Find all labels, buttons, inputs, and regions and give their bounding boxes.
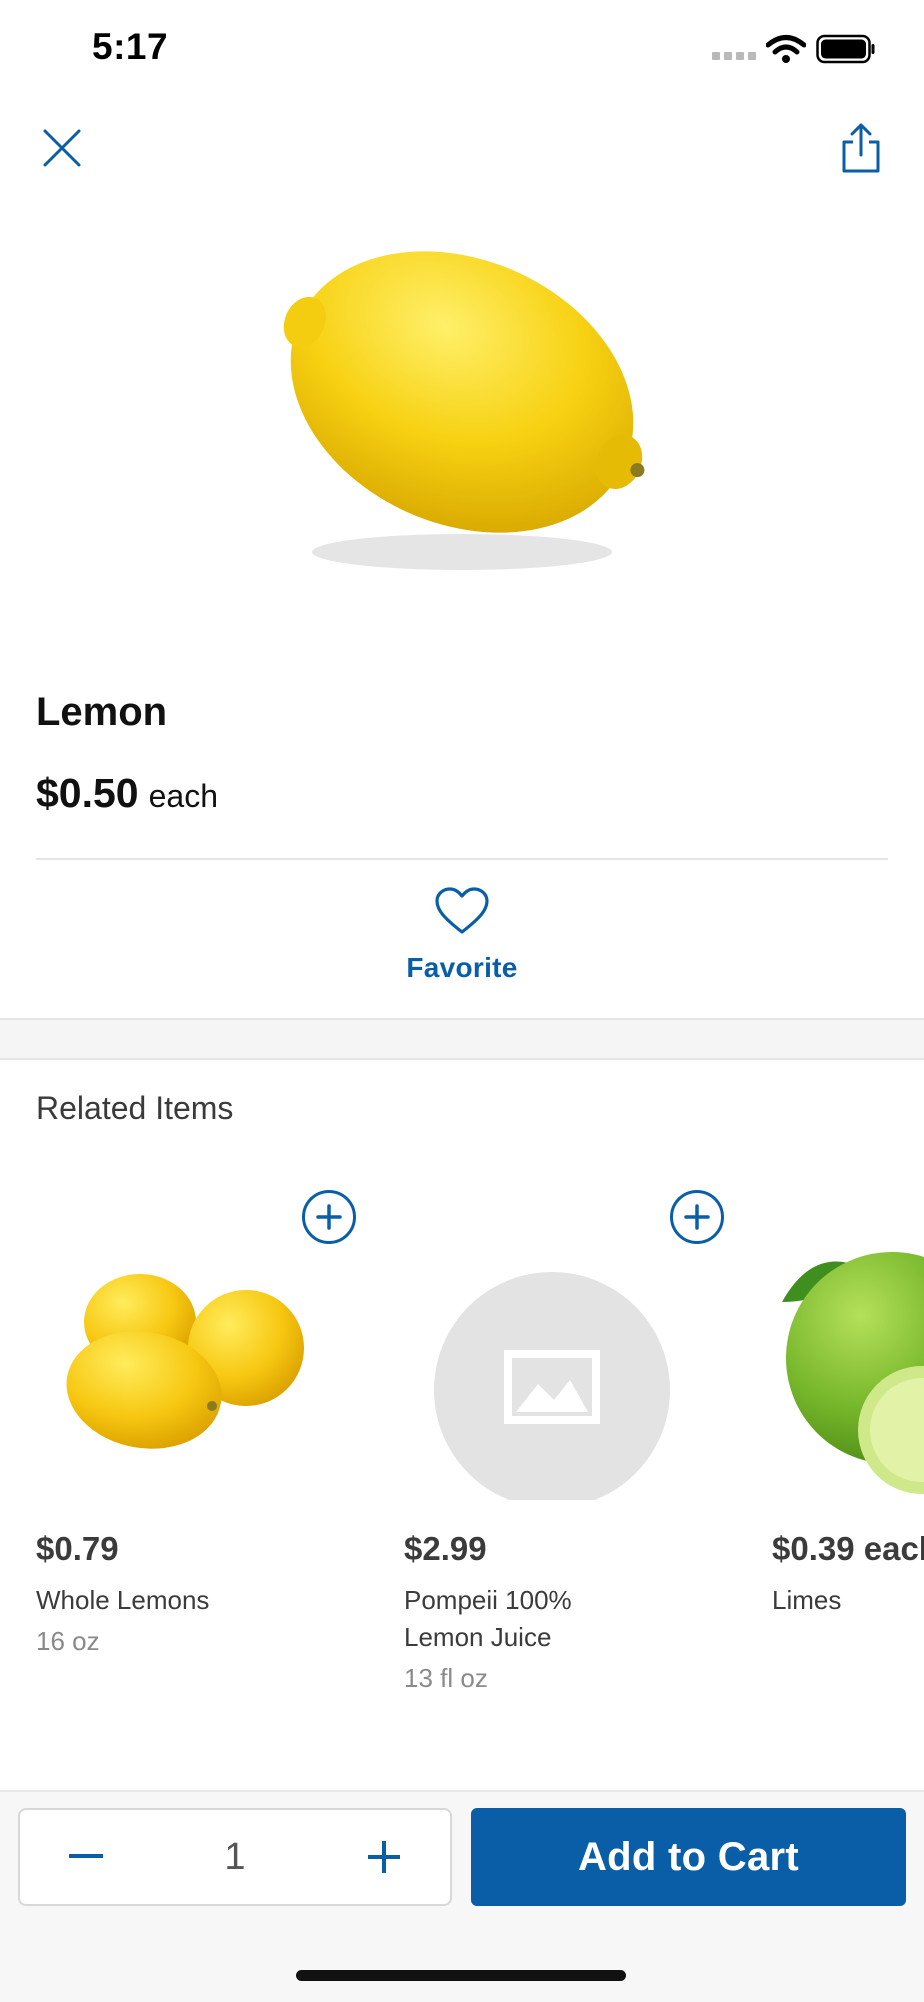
product-title: Lemon — [36, 690, 168, 734]
related-item-card[interactable]: $0.39 each Limes — [772, 1190, 924, 1650]
related-item-title: Pompeii 100% Lemon Juice — [404, 1585, 572, 1652]
wifi-icon — [766, 35, 806, 63]
divider — [36, 858, 888, 860]
product-price-line: $0.50 each — [36, 770, 218, 817]
section-separator — [0, 1018, 924, 1060]
status-time: 5:17 — [92, 26, 169, 67]
plus-icon — [684, 1204, 710, 1230]
related-item-price: $0.79 — [36, 1530, 119, 1567]
related-item-title: Limes — [772, 1585, 842, 1615]
share-button[interactable] — [826, 110, 896, 186]
product-price: $0.50 — [36, 770, 139, 816]
close-icon — [43, 129, 81, 167]
related-item-size: 16 oz — [36, 1626, 100, 1656]
favorite-button[interactable]: Favorite — [362, 886, 562, 1016]
product-price-unit: each — [148, 778, 218, 814]
close-button[interactable] — [28, 110, 96, 186]
related-item-title: Whole Lemons — [36, 1585, 210, 1615]
plus-icon — [368, 1841, 400, 1873]
add-to-cart-button[interactable]: Add to Cart — [471, 1808, 906, 1906]
increase-quantity-button[interactable] — [334, 1810, 434, 1904]
related-item-price: $0.39 each — [772, 1530, 924, 1567]
lemons-image — [66, 1274, 304, 1449]
decrease-quantity-button[interactable] — [36, 1810, 136, 1904]
related-items-heading: Related Items — [36, 1090, 234, 1126]
home-indicator — [296, 1970, 626, 1981]
related-item-name: Whole Lemons 16 oz — [36, 1582, 286, 1660]
minus-icon — [69, 1854, 103, 1858]
quantity-value[interactable]: 1 — [170, 1810, 300, 1904]
favorite-label: Favorite — [406, 952, 518, 983]
plus-icon — [316, 1204, 342, 1230]
lemon-image — [283, 251, 645, 570]
placeholder-image — [434, 1272, 670, 1500]
limes-image — [782, 1252, 924, 1494]
related-item-name: Limes — [772, 1582, 924, 1619]
related-item-price: $2.99 — [404, 1530, 487, 1567]
quantity-stepper: 1 — [18, 1808, 452, 1906]
related-item-size: 13 fl oz — [404, 1663, 488, 1693]
cellular-signal-icon — [712, 52, 756, 60]
heart-icon — [435, 887, 489, 934]
share-icon — [842, 123, 880, 173]
related-item-name: Pompeii 100% Lemon Juice 13 fl oz — [404, 1582, 654, 1697]
battery-icon — [816, 34, 875, 64]
